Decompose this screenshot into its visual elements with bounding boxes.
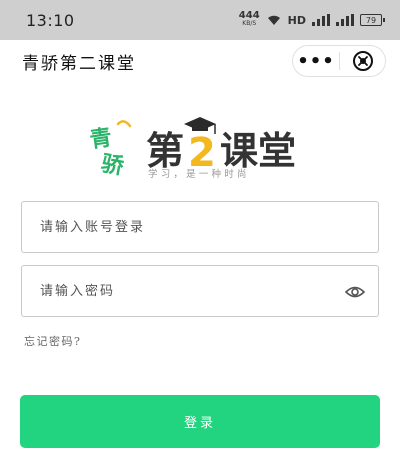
status-time: 13:10 bbox=[26, 10, 75, 30]
mini-program-capsule: ••• bbox=[292, 45, 386, 77]
page-title: 青骄第二课堂 bbox=[22, 53, 136, 74]
svg-text:青: 青 bbox=[88, 124, 113, 153]
hd-badge: HD bbox=[287, 13, 306, 27]
account-input[interactable] bbox=[40, 202, 330, 252]
account-field[interactable] bbox=[21, 201, 379, 253]
wifi-icon bbox=[266, 14, 282, 26]
password-input[interactable] bbox=[40, 266, 330, 316]
more-dots-icon[interactable]: ••• bbox=[293, 46, 339, 76]
password-field[interactable] bbox=[21, 265, 379, 317]
signal-4g-icon bbox=[312, 14, 330, 26]
login-button-label: 登录 bbox=[183, 416, 216, 431]
battery-icon: 79 bbox=[360, 14, 385, 26]
svg-text:骄: 骄 bbox=[99, 150, 126, 180]
forgot-password-link[interactable]: 忘记密码? bbox=[24, 333, 81, 349]
network-speed-unit: KB/S bbox=[242, 20, 257, 27]
network-speed: 444 KB/S bbox=[238, 10, 260, 28]
network-speed-value: 444 bbox=[238, 10, 260, 21]
logo-slogan: 学习，是一种时尚 bbox=[148, 169, 250, 180]
battery-level: 79 bbox=[365, 15, 377, 25]
status-icons: 444 KB/S HD 79 bbox=[238, 10, 385, 28]
status-bar: 13:10 444 KB/S HD 79 bbox=[0, 0, 400, 40]
title-bar: 青骄第二课堂 ••• bbox=[0, 40, 400, 82]
login-button[interactable]: 登录 bbox=[20, 395, 380, 448]
close-circle-icon[interactable] bbox=[340, 46, 385, 76]
signal-4g-icon-2 bbox=[336, 14, 354, 26]
eye-icon[interactable] bbox=[344, 281, 366, 303]
